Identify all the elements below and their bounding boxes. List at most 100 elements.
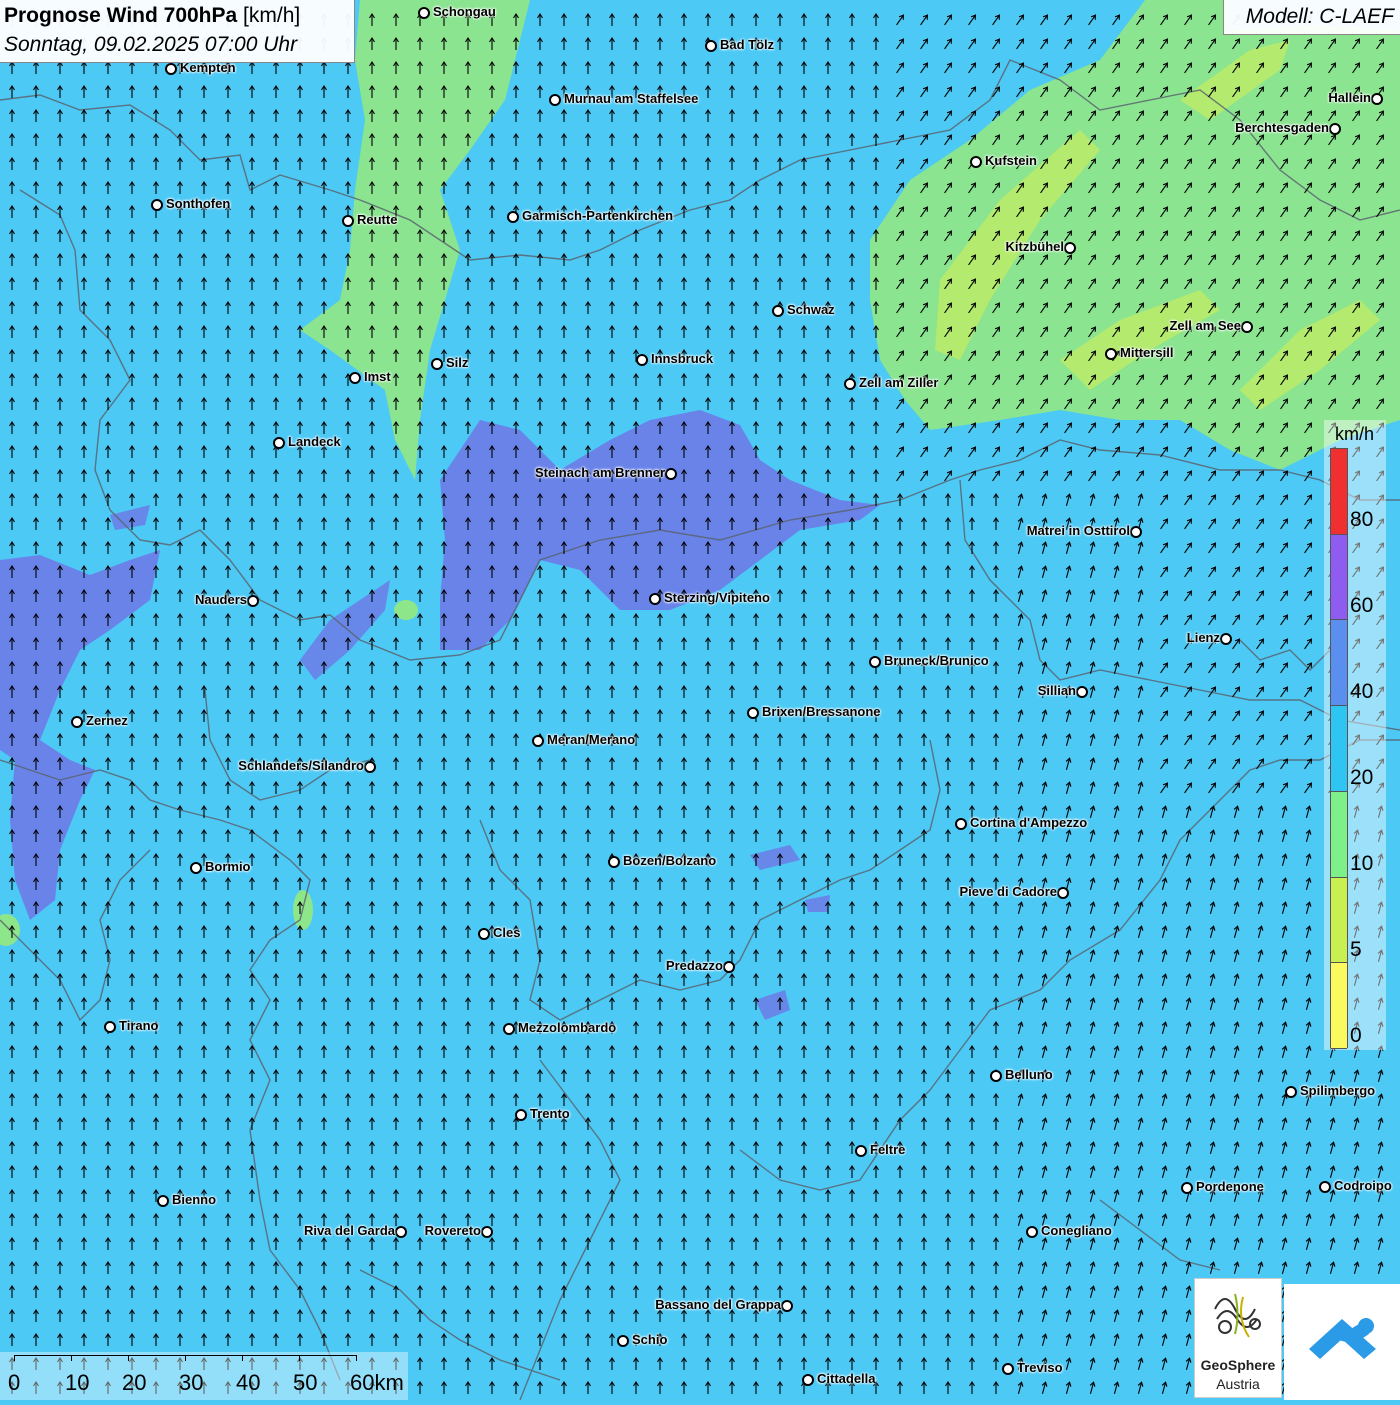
model-label: Modell: C-LAEF <box>1245 5 1394 28</box>
city-label: Nauders <box>194 592 247 607</box>
city-marker[interactable] <box>342 215 354 227</box>
city-marker[interactable] <box>955 818 967 830</box>
title-line1: Prognose Wind 700hPa [km/h] <box>4 4 300 28</box>
city-marker[interactable] <box>1181 1182 1193 1194</box>
app-arrow-icon <box>1309 1318 1376 1359</box>
scalebar-label: 10 <box>65 1370 90 1395</box>
city-marker[interactable] <box>636 354 648 366</box>
city-marker[interactable] <box>802 1374 814 1386</box>
city-label: Schlanders/Silandro <box>238 758 364 773</box>
legend-unit: km/h <box>1335 424 1375 444</box>
city-label: Hallein <box>1328 90 1371 105</box>
city-marker[interactable] <box>855 1145 867 1157</box>
city-marker[interactable] <box>1371 93 1383 105</box>
city-marker[interactable] <box>1319 1181 1331 1193</box>
city-marker[interactable] <box>481 1226 493 1238</box>
title-main: Prognose Wind 700hPa <box>4 4 238 27</box>
city-marker[interactable] <box>104 1021 116 1033</box>
city-marker[interactable] <box>151 199 163 211</box>
geosphere-logo[interactable]: GeoSphere Austria <box>1194 1278 1282 1398</box>
city-marker[interactable] <box>844 378 856 390</box>
city-label: Berchtesgaden <box>1235 120 1329 135</box>
city-label: Garmisch-Partenkirchen <box>522 208 674 223</box>
city-label: Sonthofen <box>166 196 231 211</box>
city-label: Sterzing/Vipiteno <box>664 590 770 605</box>
city-marker[interactable] <box>723 961 735 973</box>
city-marker[interactable] <box>1026 1226 1038 1238</box>
city-marker[interactable] <box>165 63 177 75</box>
city-marker[interactable] <box>990 1070 1002 1082</box>
city-label: Murnau am Staffelsee <box>564 91 699 106</box>
title-box: Prognose Wind 700hPa [km/h] Sonntag, 09.… <box>0 0 355 63</box>
city-marker[interactable] <box>772 305 784 317</box>
city-marker[interactable] <box>247 595 259 607</box>
scalebar-label: 20 <box>122 1370 147 1395</box>
city-marker[interactable] <box>273 437 285 449</box>
city-marker[interactable] <box>503 1023 515 1035</box>
city-label: Steinach am Brenner <box>534 465 665 480</box>
city-label: Mezzolombardo <box>518 1020 617 1035</box>
city-label: Belluno <box>1005 1067 1053 1082</box>
city-marker[interactable] <box>970 156 982 168</box>
city-marker[interactable] <box>349 372 361 384</box>
legend-color-segment <box>1331 449 1347 535</box>
city-marker[interactable] <box>431 358 443 370</box>
city-marker[interactable] <box>608 856 620 868</box>
city-marker[interactable] <box>617 1335 629 1347</box>
city-label: Kitzbühel <box>1005 239 1065 254</box>
city-marker[interactable] <box>418 7 430 19</box>
city-marker[interactable] <box>364 761 376 773</box>
city-marker[interactable] <box>1285 1086 1297 1098</box>
title-unit: [km/h] <box>243 4 301 27</box>
city-marker[interactable] <box>869 656 881 668</box>
city-label: Schio <box>632 1332 668 1347</box>
city-marker[interactable] <box>1220 633 1232 645</box>
city-marker[interactable] <box>157 1195 169 1207</box>
legend-label: 10 <box>1350 852 1374 875</box>
city-marker[interactable] <box>1076 686 1088 698</box>
city-marker[interactable] <box>665 468 677 480</box>
logo-name: GeoSphere <box>1200 1357 1276 1373</box>
logo-sub: Austria <box>1216 1376 1260 1392</box>
city-marker[interactable] <box>1057 887 1069 899</box>
city-marker[interactable] <box>1241 321 1253 333</box>
legend-color-segment <box>1331 963 1347 1049</box>
city-marker[interactable] <box>190 862 202 874</box>
city-marker[interactable] <box>1329 123 1341 135</box>
city-marker[interactable] <box>71 716 83 728</box>
city-marker[interactable] <box>507 211 519 223</box>
city-marker[interactable] <box>1105 348 1117 360</box>
city-label: Conegliano <box>1041 1223 1112 1238</box>
city-label: Zell am See <box>1169 318 1241 333</box>
city-marker[interactable] <box>1130 526 1142 538</box>
title-datetime: Sonntag, 09.02.2025 07:00 Uhr <box>4 33 298 56</box>
scalebar-tick <box>14 1355 15 1361</box>
scalebar-tick <box>185 1355 186 1361</box>
scalebar-tick <box>356 1355 357 1361</box>
city-label: Bassano del Grappa <box>655 1297 781 1312</box>
city-marker[interactable] <box>478 928 490 940</box>
legend-color-segment <box>1331 620 1347 707</box>
city-marker[interactable] <box>649 593 661 605</box>
city-marker[interactable] <box>747 707 759 719</box>
city-marker[interactable] <box>781 1300 793 1312</box>
city-marker[interactable] <box>395 1226 407 1238</box>
city-label: Predazzo <box>665 958 723 973</box>
city-marker[interactable] <box>705 40 717 52</box>
legend-color-segment <box>1331 791 1347 878</box>
city-marker[interactable] <box>532 735 544 747</box>
scalebar-label: 50 <box>293 1370 318 1395</box>
city-label: Zernez <box>86 713 128 728</box>
city-label: Cortina d'Ampezzo <box>970 815 1088 830</box>
city-label: Riva del Garda <box>303 1223 395 1238</box>
legend-label: 40 <box>1350 680 1374 703</box>
city-label: Silz <box>446 355 469 370</box>
city-marker[interactable] <box>1064 242 1076 254</box>
city-marker[interactable] <box>515 1109 527 1121</box>
weather-app-logo[interactable] <box>1284 1284 1400 1400</box>
legend-color-segment <box>1331 706 1347 792</box>
city-label: Rovereto <box>424 1223 481 1238</box>
city-marker[interactable] <box>549 94 561 106</box>
city-label: Innsbruck <box>651 351 714 366</box>
city-marker[interactable] <box>1002 1363 1014 1375</box>
